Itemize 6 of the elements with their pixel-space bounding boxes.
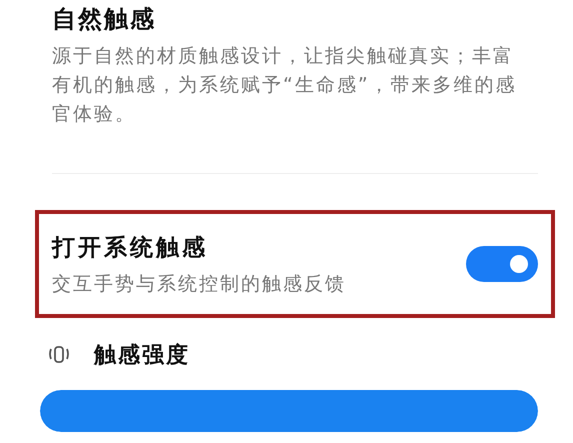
setting-subtitle: 交互手势与系统控制的触感反馈 (52, 272, 346, 296)
section-title: 自然触感 (52, 4, 157, 34)
intensity-label: 触感强度 (94, 342, 190, 370)
setting-title: 打开系统触感 (52, 234, 209, 262)
toggle-switch[interactable] (466, 246, 538, 282)
section-description: 源于自然的材质触感设计，让指尖触碰真实；丰富有机的触感，为系统赋予“生命感”，带来多维的感官体验。 (52, 44, 518, 127)
